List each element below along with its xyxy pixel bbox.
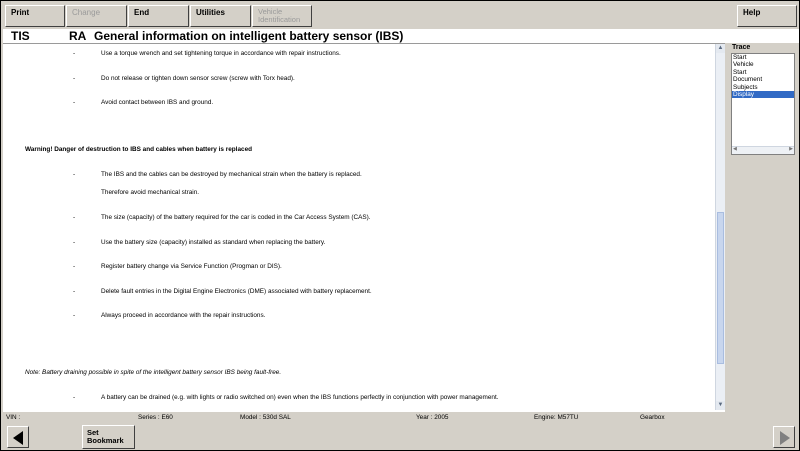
model-value: Model : 530d SAL bbox=[240, 414, 291, 421]
scroll-right-icon[interactable]: ▶ bbox=[789, 146, 793, 152]
list-item: Always proceed in accordance with the re… bbox=[101, 312, 266, 319]
vin-label: VIN : bbox=[6, 414, 21, 421]
utilities-label: Utilities bbox=[196, 8, 225, 17]
trace-item-document[interactable]: Document bbox=[732, 76, 794, 83]
toolbar: Print Change End Utilities Vehicle Ident… bbox=[3, 3, 797, 29]
arrow-left-icon bbox=[13, 431, 23, 445]
help-label: Help bbox=[743, 8, 761, 17]
change-label: Change bbox=[72, 8, 101, 17]
vehicle-status-bar: VIN : Series : E60 Model : 530d SAL Year… bbox=[3, 412, 799, 424]
bullet-dash: - bbox=[73, 263, 76, 270]
help-button[interactable]: Help bbox=[737, 5, 797, 27]
scroll-up-icon[interactable]: ▲ bbox=[716, 44, 725, 53]
end-label: End bbox=[134, 8, 150, 17]
list-item-continuation: Therefore avoid mechanical strain. bbox=[101, 189, 200, 196]
list-item: Use a torque wrench and set tightening t… bbox=[101, 50, 341, 57]
ra-label: RA bbox=[69, 29, 87, 43]
trace-list[interactable]: Start Vehicle Start Document Subjects Di… bbox=[731, 53, 795, 155]
document-content: - Use a torque wrench and set tightening… bbox=[3, 43, 725, 412]
trace-label: Trace bbox=[732, 44, 751, 51]
bullet-dash: - bbox=[73, 288, 76, 295]
year-value: Year : 2005 bbox=[416, 414, 449, 421]
set-bookmark-button[interactable]: Set Bookmark bbox=[82, 425, 135, 449]
bullet-dash: - bbox=[73, 99, 76, 106]
trace-item-start[interactable]: Start bbox=[732, 54, 794, 61]
warning-heading: Warning! Danger of destruction to IBS an… bbox=[25, 146, 253, 153]
scroll-thumb[interactable] bbox=[717, 212, 724, 364]
trace-item-subjects[interactable]: Subjects bbox=[732, 84, 794, 91]
content-scrollbar[interactable]: ▲ ▼ bbox=[715, 44, 725, 410]
bullet-dash: - bbox=[73, 75, 76, 82]
bullet-dash: - bbox=[73, 239, 76, 246]
change-button[interactable]: Change bbox=[66, 5, 127, 27]
engine-value: Engine: M57TU bbox=[534, 414, 579, 421]
end-button[interactable]: End bbox=[128, 5, 189, 27]
print-button[interactable]: Print bbox=[5, 5, 65, 27]
print-label: Print bbox=[11, 8, 30, 17]
title-bar: TIS RA General information on intelligen… bbox=[3, 29, 799, 43]
vehicle-identification-button[interactable]: Vehicle Identification bbox=[252, 5, 312, 27]
list-item: A battery can be drained (e.g. with ligh… bbox=[101, 394, 499, 401]
list-item: Use the battery size (capacity) installe… bbox=[101, 239, 326, 246]
list-item: The IBS and the cables can be destroyed … bbox=[101, 171, 362, 178]
bottom-navigation: Set Bookmark bbox=[3, 424, 799, 450]
bullet-dash: - bbox=[73, 214, 76, 221]
arrow-right-icon bbox=[780, 431, 790, 445]
set-bookmark-label-line2: Bookmark bbox=[87, 436, 124, 445]
list-item: The size (capacity) of the battery requi… bbox=[101, 214, 371, 221]
bullet-dash: - bbox=[73, 50, 76, 57]
list-item: Avoid contact between IBS and ground. bbox=[101, 99, 214, 106]
page-title: General information on intelligent batte… bbox=[94, 29, 404, 43]
scroll-down-icon[interactable]: ▼ bbox=[716, 401, 725, 410]
utilities-button[interactable]: Utilities bbox=[190, 5, 251, 27]
trace-item-display[interactable]: Display bbox=[732, 91, 794, 99]
trace-item-start-2[interactable]: Start bbox=[732, 69, 794, 76]
trace-item-vehicle[interactable]: Vehicle bbox=[732, 61, 794, 68]
tis-label: TIS bbox=[11, 29, 30, 43]
bullet-dash: - bbox=[73, 394, 76, 401]
list-item: Delete fault entries in the Digital Engi… bbox=[101, 288, 372, 295]
app-window: Print Change End Utilities Vehicle Ident… bbox=[0, 0, 800, 451]
vehicle-identification-label-line2: Identification bbox=[258, 15, 301, 24]
scroll-left-icon[interactable]: ◀ bbox=[733, 146, 737, 152]
bullet-dash: - bbox=[73, 312, 76, 319]
list-item: Register battery change via Service Func… bbox=[101, 263, 282, 270]
bullet-dash: - bbox=[73, 171, 76, 178]
list-item: Do not release or tighten down sensor sc… bbox=[101, 75, 295, 82]
forward-button[interactable] bbox=[773, 426, 795, 448]
note-text: Note: Battery draining possible in spite… bbox=[25, 369, 282, 376]
series-value: Series : E60 bbox=[138, 414, 173, 421]
gearbox-value: Gearbox bbox=[640, 414, 665, 421]
trace-horizontal-scrollbar[interactable]: ◀ ▶ bbox=[732, 146, 794, 154]
back-button[interactable] bbox=[7, 426, 29, 448]
